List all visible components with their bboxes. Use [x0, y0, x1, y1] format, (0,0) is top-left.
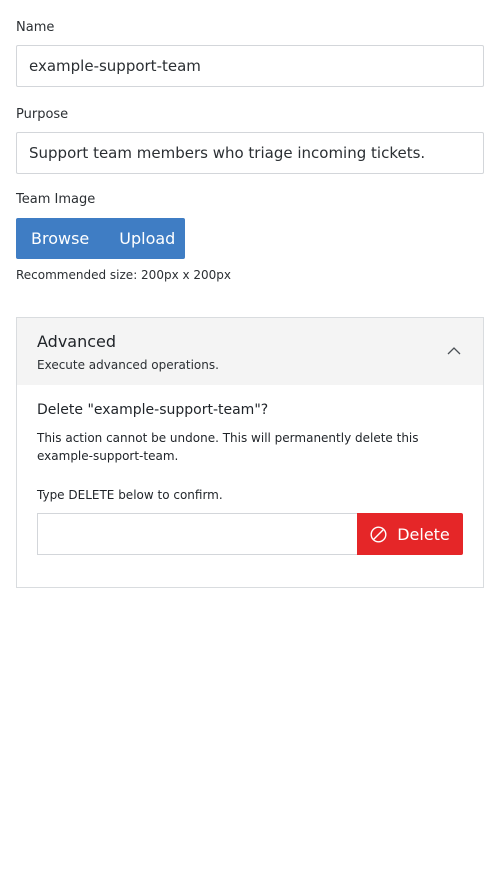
upload-button[interactable]: Upload	[104, 218, 190, 259]
advanced-subtitle: Execute advanced operations.	[37, 358, 219, 372]
team-settings-page: Name example-support-team Purpose Suppor…	[0, 0, 500, 876]
delete-button[interactable]: Delete	[357, 513, 463, 555]
advanced-panel: Advanced Execute advanced operations. De…	[16, 317, 484, 588]
advanced-panel-header[interactable]: Advanced Execute advanced operations.	[17, 318, 483, 385]
delete-button-label: Delete	[397, 524, 450, 544]
delete-confirm-instruction: Type DELETE below to confirm.	[37, 488, 223, 502]
image-size-hint: Recommended size: 200px x 200px	[16, 268, 232, 282]
purpose-label: Purpose	[16, 107, 69, 122]
ban-icon	[370, 525, 387, 543]
delete-title: Delete "example-support-team"?	[37, 402, 269, 418]
delete-description: This action cannot be undone. This will …	[37, 431, 419, 463]
team-image-label: Team Image	[16, 192, 96, 207]
purpose-input[interactable]: Support team members who triage incoming…	[16, 132, 484, 174]
delete-confirm-input[interactable]	[37, 513, 357, 555]
team-image-button-group: Browse Upload	[16, 218, 185, 259]
name-input[interactable]: example-support-team	[16, 45, 484, 87]
chevron-up-icon[interactable]	[447, 347, 461, 355]
browse-button[interactable]: Browse	[16, 218, 104, 259]
name-label: Name	[16, 20, 55, 35]
advanced-title: Advanced	[37, 332, 117, 351]
